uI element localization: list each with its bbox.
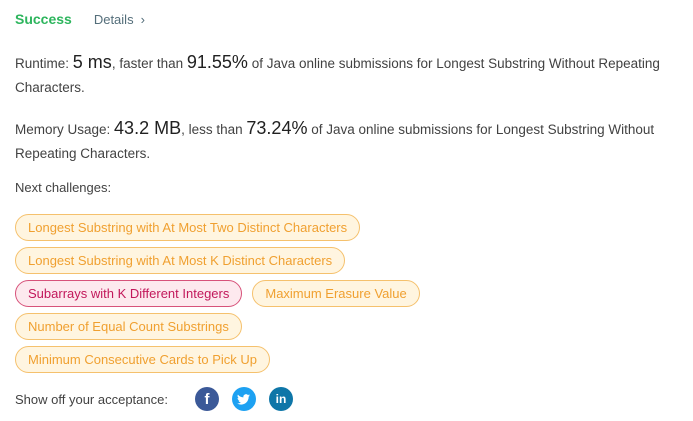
challenge-tag[interactable]: Minimum Consecutive Cards to Pick Up [15, 346, 271, 373]
details-label: Details [93, 11, 134, 27]
challenge-tag[interactable]: Longest Substring with At Most Two Disti… [15, 214, 361, 241]
status-label: Success [15, 11, 72, 27]
details-link[interactable]: Details › [94, 12, 145, 27]
facebook-icon[interactable]: f [194, 387, 219, 411]
twitter-icon[interactable] [231, 387, 256, 411]
next-challenges-list: Longest Substring with At Most Two Disti… [15, 214, 675, 379]
runtime-stat: Runtime: 5 ms, faster than 91.55% of Jav… [15, 50, 680, 100]
runtime-value: 5 ms [72, 52, 112, 72]
challenge-row: Minimum Consecutive Cards to Pick Up [15, 346, 675, 373]
next-challenges-label: Next challenges: [15, 180, 112, 195]
runtime-label: Runtime: [15, 56, 70, 71]
memory-percent: 73.24% [246, 118, 308, 138]
challenge-row: Longest Substring with At Most K Distinc… [15, 247, 675, 274]
memory-suffix: of Java online submissions for Longest S… [15, 122, 655, 161]
memory-stat: Memory Usage: 43.2 MB, less than 73.24% … [15, 116, 680, 166]
memory-value: 43.2 MB [114, 118, 182, 138]
challenge-tag[interactable]: Subarrays with K Different Integers [15, 280, 243, 307]
runtime-percent: 91.55% [186, 52, 248, 72]
challenge-tag[interactable]: Maximum Erasure Value [252, 280, 420, 307]
memory-comparison: , less than [181, 122, 243, 137]
challenge-row: Number of Equal Count Substrings [15, 313, 675, 340]
linkedin-icon[interactable]: in [268, 387, 293, 411]
challenge-row: Subarrays with K Different Integers Maxi… [15, 280, 675, 307]
memory-label: Memory Usage: [15, 122, 111, 137]
runtime-comparison: , faster than [111, 56, 184, 71]
share-label: Show off your acceptance: [15, 391, 168, 407]
challenge-row: Longest Substring with At Most Two Disti… [15, 214, 675, 241]
challenge-tag[interactable]: Number of Equal Count Substrings [15, 313, 242, 340]
challenge-tag[interactable]: Longest Substring with At Most K Distinc… [15, 247, 346, 274]
share-row: Show off your acceptance: f in [15, 387, 306, 411]
chevron-right-icon: › [140, 11, 145, 27]
result-header: Success Details › [15, 10, 145, 28]
